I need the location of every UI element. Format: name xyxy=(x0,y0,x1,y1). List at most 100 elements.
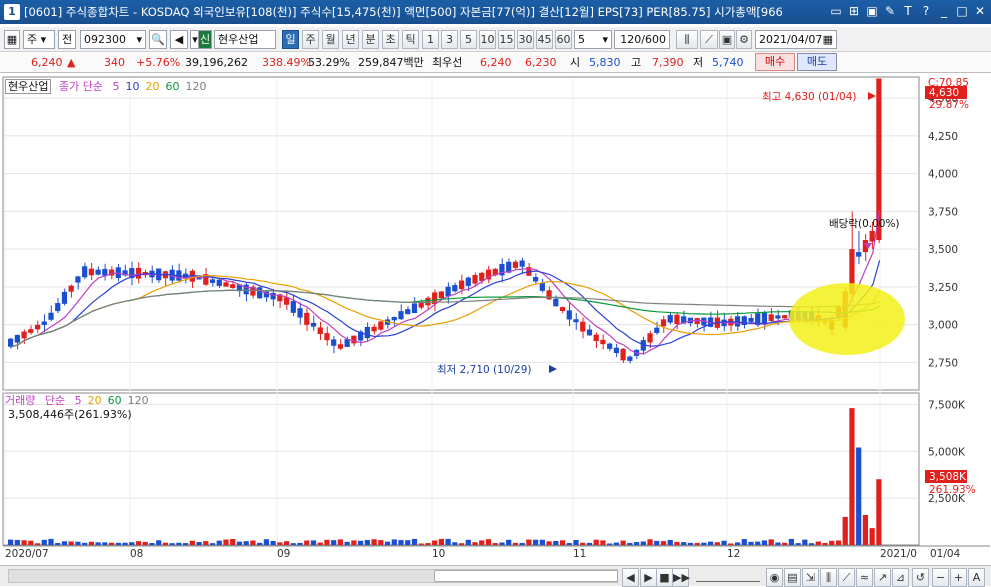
date-input[interactable]: 2021/04/07 ▦ xyxy=(755,30,837,49)
candle xyxy=(425,297,431,306)
period-1-button[interactable]: 주 xyxy=(302,30,319,49)
pin-icon[interactable]: ✎ xyxy=(883,3,897,19)
candle xyxy=(14,335,20,343)
volume-bar xyxy=(129,542,135,545)
sell-button[interactable]: 매도 xyxy=(797,53,837,71)
volume-bar xyxy=(149,543,155,545)
volume-bar xyxy=(364,539,370,545)
date-input-value: 2021/04/07 xyxy=(759,33,823,46)
search-icon[interactable]: 🔍 xyxy=(149,30,167,49)
interval-input[interactable]: 5 ▾ xyxy=(574,30,612,49)
stop-icon[interactable]: ■ xyxy=(656,568,673,587)
volume-bar xyxy=(209,543,216,545)
volume-bar xyxy=(687,542,694,545)
volume-bar xyxy=(546,541,552,545)
play-icon[interactable]: ▶ xyxy=(640,568,657,587)
period-6-button[interactable]: 틱 xyxy=(402,30,419,49)
compare-icon[interactable]: ≈ xyxy=(856,568,873,587)
close-icon[interactable]: ✕ xyxy=(973,3,987,19)
export-icon[interactable]: ⇲ xyxy=(802,568,819,587)
interval-input-value: 5 xyxy=(578,33,585,46)
prev-icon[interactable]: ◀ xyxy=(622,568,639,587)
candle xyxy=(741,316,747,325)
save-chart-icon[interactable]: ▣ xyxy=(719,30,735,49)
volume-bar xyxy=(701,542,707,545)
indicator-icon[interactable]: ⊿ xyxy=(892,568,909,587)
period-0-button[interactable]: 일 xyxy=(282,30,299,49)
price-legend: 현우산업 종가 단순 5 10 20 60 120 xyxy=(5,78,206,94)
candle xyxy=(324,333,330,341)
sound-icon[interactable]: ◀ xyxy=(170,30,188,49)
minimize-icon[interactable]: _ xyxy=(937,3,951,19)
code-input[interactable]: 092300 ▾ xyxy=(80,30,146,49)
zoom-out-icon[interactable]: − xyxy=(932,568,949,587)
period-3-button[interactable]: 년 xyxy=(342,30,359,49)
stock-name-field[interactable]: 현우산업 xyxy=(214,30,276,49)
price-volume-chart[interactable]: 4,5004,2504,0003,7503,5003,2503,0002,750… xyxy=(0,75,991,565)
chart-scrollbar[interactable] xyxy=(8,569,618,583)
chart-type-icon[interactable]: ⫼ xyxy=(820,568,837,587)
volume-bar xyxy=(411,538,418,545)
volume-bar xyxy=(553,540,559,545)
zoom-in-icon[interactable]: + xyxy=(950,568,967,587)
volume-bar xyxy=(580,542,586,545)
candle xyxy=(566,310,572,320)
market-select[interactable]: 주 ▾ xyxy=(23,30,55,49)
volume-bar xyxy=(721,540,727,545)
font-icon[interactable]: T xyxy=(901,3,915,19)
font-size-icon[interactable]: A xyxy=(968,568,985,587)
candle xyxy=(230,284,236,289)
price-tick-label: 4,000 xyxy=(928,169,958,181)
table-icon[interactable]: ▤ xyxy=(784,568,801,587)
candle xyxy=(75,276,81,283)
grid-icon[interactable]: ▦ xyxy=(4,30,20,49)
volume-bar xyxy=(250,540,256,545)
volume-bar xyxy=(351,540,357,545)
volume-bar xyxy=(748,541,754,545)
candle xyxy=(768,314,774,321)
camera-icon[interactable]: ◉ xyxy=(766,568,783,587)
highlight-circle xyxy=(789,283,905,355)
buy-button[interactable]: 매수 xyxy=(755,53,795,71)
volume-bar xyxy=(822,542,828,545)
best-bid: 6,230 xyxy=(525,56,557,69)
interval-60-button[interactable]: 60 xyxy=(555,30,572,49)
chart-area[interactable]: 4,500 4,250 4,000 3,750 3,500 3,250 3,000 2,750… xyxy=(0,75,991,565)
help-icon[interactable]: ? xyxy=(919,3,933,19)
period-2-button[interactable]: 월 xyxy=(322,30,339,49)
period-5-button[interactable]: 초 xyxy=(382,30,399,49)
window-number: 1 xyxy=(4,4,20,20)
x-tick-label: 10 xyxy=(432,548,445,560)
candle xyxy=(102,268,108,276)
restore-icon[interactable]: □ xyxy=(955,3,969,19)
settings-icon[interactable]: ⚙ xyxy=(736,30,752,49)
reset-icon[interactable]: ↺ xyxy=(912,568,929,587)
interval-5-button[interactable]: 5 xyxy=(460,30,477,49)
scrollbar-thumb[interactable] xyxy=(434,570,618,582)
volume-bar xyxy=(55,542,61,545)
save-icon[interactable]: ▣ xyxy=(865,3,879,19)
interval-1-button[interactable]: 1 xyxy=(422,30,439,49)
fast-forward-icon[interactable]: ▶▶ xyxy=(672,568,690,587)
zoom-slider[interactable] xyxy=(696,570,760,582)
maximize-icon[interactable]: ▭ xyxy=(829,3,843,19)
candle xyxy=(586,329,593,336)
volume-bar xyxy=(337,539,344,545)
volume-bar xyxy=(708,541,714,545)
last-volume-label: 3,508K xyxy=(929,471,967,483)
scope-select[interactable]: 전 xyxy=(58,30,76,49)
count-input[interactable]: 120/600 xyxy=(614,30,670,49)
candle-type-icon[interactable]: ⫼ xyxy=(676,30,698,49)
interval-30-button[interactable]: 30 xyxy=(517,30,534,49)
trend-icon[interactable]: ↗ xyxy=(874,568,891,587)
candle xyxy=(304,312,310,325)
volume-bar xyxy=(61,541,68,545)
period-4-button[interactable]: 분 xyxy=(362,30,379,49)
link-icon[interactable]: ⊞ xyxy=(847,3,861,19)
interval-15-button[interactable]: 15 xyxy=(498,30,515,49)
interval-3-button[interactable]: 3 xyxy=(441,30,458,49)
line-tool-icon[interactable]: ⟋ xyxy=(700,30,718,49)
interval-10-button[interactable]: 10 xyxy=(479,30,496,49)
overlay-icon[interactable]: ⟋ xyxy=(838,568,855,587)
interval-45-button[interactable]: 45 xyxy=(536,30,553,49)
